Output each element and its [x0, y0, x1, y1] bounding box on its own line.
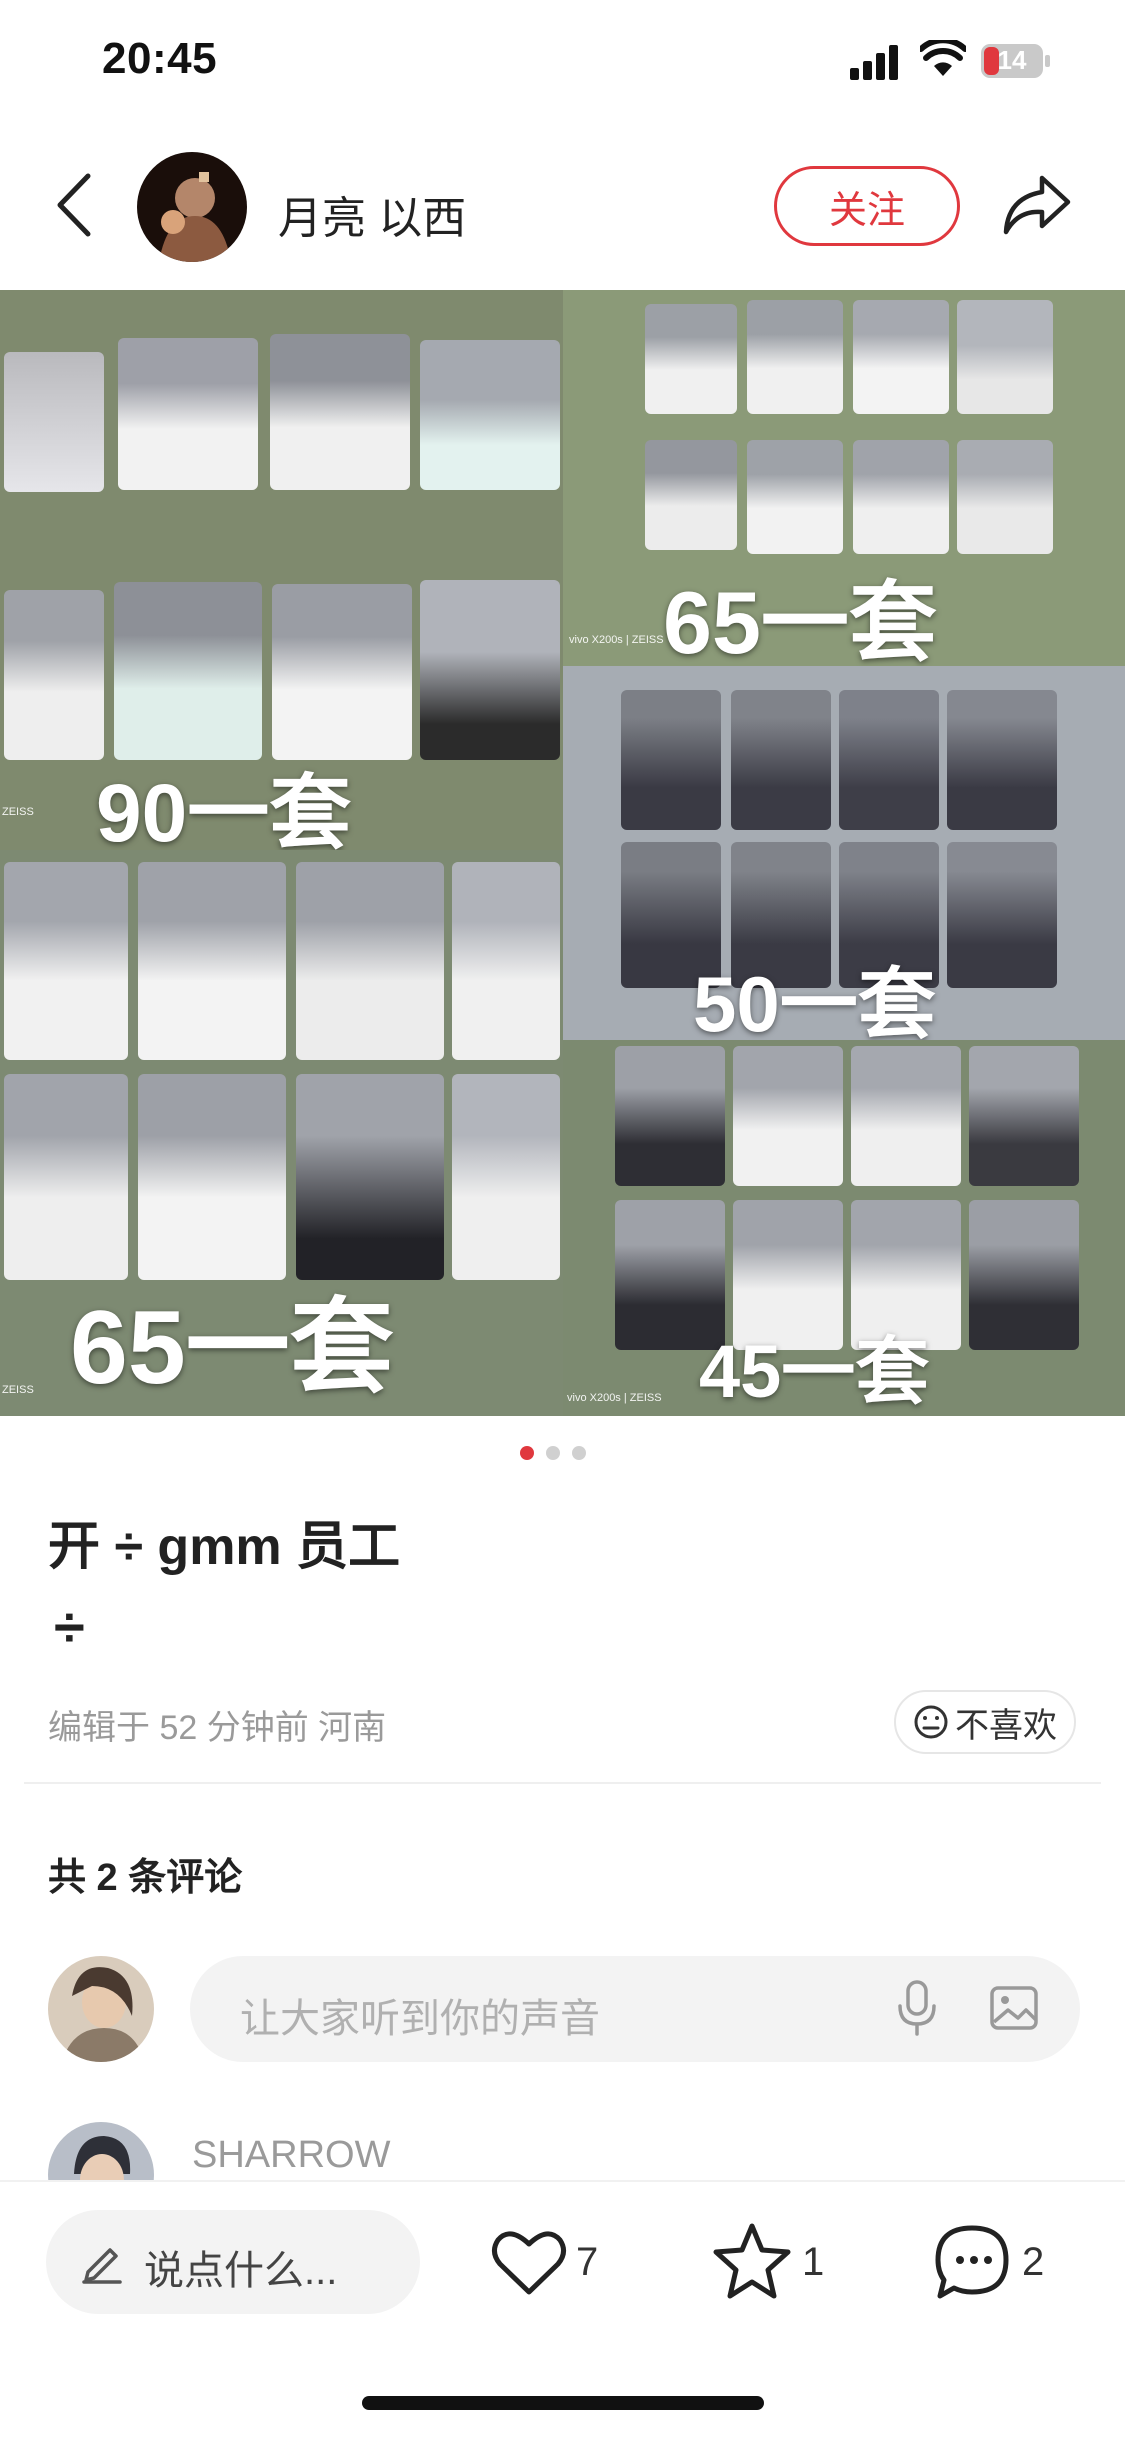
photo-card [420, 340, 560, 490]
carousel-dot[interactable] [572, 1446, 586, 1460]
status-time: 20:45 [102, 34, 218, 83]
microphone-icon[interactable] [895, 1978, 939, 2038]
price-label-3: 50一套 [693, 960, 936, 1040]
comment-input-placeholder: 让大家听到你的声音 [240, 1997, 600, 2041]
heart-icon[interactable] [490, 2226, 568, 2298]
photo-panel-2[interactable]: 65一套 vivo X200s | ZEISS [563, 290, 1125, 666]
comment-count-badge: 2 [1022, 2240, 1045, 2284]
dislike-button[interactable]: 不喜欢 [894, 1690, 1076, 1754]
photo-panel-3[interactable]: 50一套 [563, 666, 1125, 1040]
comment-count: 共 2 条评论 [48, 1857, 243, 1899]
photo-card [420, 580, 560, 760]
home-indicator[interactable] [362, 2396, 764, 2410]
post-title: 开 ÷ gmm 员工 [48, 1518, 401, 1576]
watermark-zeiss: ZEISS [2, 1384, 34, 1396]
commenter-name[interactable]: SHARROW [192, 2134, 390, 2177]
photo-card [853, 300, 949, 414]
photo-card [4, 1074, 128, 1280]
author-avatar[interactable] [137, 152, 247, 262]
photo-panel-5[interactable]: 45一套 vivo X200s | ZEISS [563, 1040, 1125, 1416]
back-icon[interactable] [52, 172, 96, 238]
comment-bubble-icon[interactable] [932, 2222, 1012, 2302]
photo-card [118, 338, 258, 490]
photo-card [114, 582, 262, 760]
watermark-zeiss: ZEISS [2, 806, 34, 818]
pencil-icon [82, 2248, 122, 2284]
photo-card [851, 1046, 961, 1186]
my-avatar[interactable] [48, 1956, 154, 2062]
post-body: ÷ [54, 1595, 85, 1658]
battery-icon: 14 [980, 42, 1052, 80]
neutral-face-icon [914, 1705, 948, 1739]
photo-card [138, 1074, 286, 1280]
price-label-2: 65一套 [663, 573, 937, 666]
photo-card [839, 690, 939, 830]
star-count: 1 [802, 2240, 825, 2284]
photo-card [4, 352, 104, 492]
wifi-icon [920, 40, 966, 76]
photo-card [853, 440, 949, 554]
carousel-dot[interactable] [546, 1446, 560, 1460]
photo-card [615, 1046, 725, 1186]
price-label-5: 45一套 [699, 1330, 930, 1413]
photo-card [296, 1074, 444, 1280]
battery-level: 14 [997, 45, 1027, 75]
photo-collage[interactable]: 90一套 ZEISS 65一套 vivo X200s | ZEISS 50一套 [0, 290, 1125, 1416]
carousel-dots [520, 1446, 600, 1462]
author-name[interactable]: 月亮 以西 [278, 182, 466, 246]
price-label-1: 90一套 [96, 768, 352, 850]
photo-card [270, 334, 410, 490]
photo-card [957, 300, 1053, 414]
watermark-vivo: vivo X200s | ZEISS [569, 634, 664, 646]
star-icon[interactable] [712, 2222, 792, 2300]
follow-button[interactable]: 关注 [774, 166, 960, 246]
post-meta: 编辑于 52 分钟前 河南 [48, 1709, 387, 1747]
divider [24, 1782, 1101, 1784]
photo-card [4, 590, 104, 760]
photo-card [957, 440, 1053, 554]
share-icon[interactable] [1002, 170, 1072, 240]
photo-card [947, 842, 1057, 988]
photo-card [296, 862, 444, 1060]
like-count: 7 [576, 2240, 599, 2284]
photo-card [947, 690, 1057, 830]
photo-card [452, 1074, 560, 1280]
photo-card [747, 300, 843, 414]
photo-card [969, 1200, 1079, 1350]
photo-card [621, 690, 721, 830]
image-icon[interactable] [988, 1982, 1040, 2034]
photo-panel-1[interactable]: 90一套 ZEISS [0, 290, 563, 850]
photo-card [452, 862, 560, 1060]
photo-card [731, 690, 831, 830]
photo-card [645, 440, 737, 550]
photo-card [272, 584, 412, 760]
watermark-vivo: vivo X200s | ZEISS [567, 1392, 662, 1404]
photo-card [969, 1046, 1079, 1186]
photo-card [747, 440, 843, 554]
signal-icon [850, 45, 898, 80]
photo-card [645, 304, 737, 414]
dislike-label: 不喜欢 [955, 1706, 1057, 1745]
price-label-4: 65一套 [70, 1290, 394, 1406]
carousel-dot-active[interactable] [520, 1446, 534, 1460]
photo-card [733, 1046, 843, 1186]
say-something-label: 说点什么... [144, 2249, 338, 2293]
photo-panel-4[interactable]: 65一套 ZEISS [0, 850, 563, 1416]
photo-card [138, 862, 286, 1060]
photo-card [4, 862, 128, 1060]
